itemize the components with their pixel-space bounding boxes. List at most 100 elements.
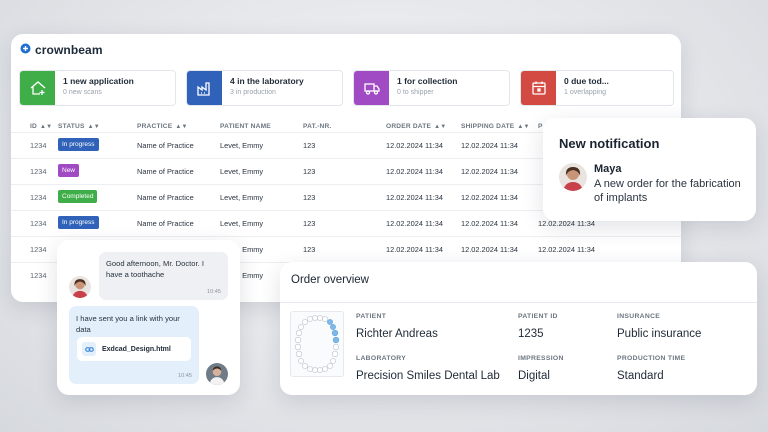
laboratory-value: Precision Smiles Dental Lab — [356, 370, 500, 382]
outgoing-message: I have sent you a link with your data Ex… — [69, 306, 199, 384]
cell-shipping-date: 12.02.2024 11:34 — [461, 245, 518, 254]
stat-subtitle: 0 to shipper — [397, 89, 434, 96]
truck-icon — [354, 71, 389, 105]
status-badge: New — [58, 164, 80, 177]
column-header-label: PATIENT NAME — [220, 123, 271, 130]
cell-id: 1234 — [30, 271, 47, 280]
cell-patient: Levet, Emmy — [220, 141, 264, 150]
cell-shipping-date: 12.02.2024 11:34 — [461, 193, 518, 202]
cell-patient: Levet, Emmy — [220, 193, 264, 202]
cell-extra-date: 12.02.2024 11:34 — [538, 245, 595, 254]
column-header-id[interactable]: ID ▲▼ — [30, 123, 52, 130]
stat-subtitle: 1 overlapping — [564, 89, 607, 96]
impression-value: Digital — [518, 370, 550, 382]
brand-logo[interactable]: crownbeam — [20, 41, 103, 59]
dental-arch-thumbnail[interactable] — [290, 311, 344, 377]
impression-label: IMPRESSION — [518, 355, 564, 362]
patient-id-label: PATIENT ID — [518, 313, 558, 320]
cell-id: 1234 — [30, 141, 47, 150]
status-badge: Completed — [58, 190, 98, 203]
file-name: Exdcad_Design.html — [102, 345, 171, 353]
divider — [280, 302, 757, 303]
cell-patient-number: 123 — [303, 219, 316, 228]
notification-card[interactable]: New notification Maya A new order for th… — [543, 118, 756, 221]
column-header-label: P — [538, 123, 543, 130]
column-header-shipping-date[interactable]: SHIPPING DATE ▲▼ — [461, 123, 530, 130]
insurance-value: Public insurance — [617, 328, 702, 340]
house-plus-icon — [20, 71, 55, 105]
stat-title: 4 in the laboratory — [230, 76, 304, 86]
cell-patient: Levet, Emmy — [220, 167, 264, 176]
sort-icon: ▲▼ — [40, 123, 53, 130]
avatar — [69, 276, 91, 298]
status-badge: In progress — [58, 216, 99, 229]
file-attachment[interactable]: Exdcad_Design.html — [77, 337, 191, 361]
cell-order-date: 12.02.2024 11:34 — [386, 167, 443, 176]
stat-new-application[interactable]: 1 new application 0 new scans — [19, 70, 176, 106]
incoming-message: Good afternoon, Mr. Doctor. I have a too… — [99, 252, 228, 300]
cell-shipping-date: 12.02.2024 11:34 — [461, 219, 518, 228]
factory-icon — [187, 71, 222, 105]
stat-for-collection[interactable]: 1 for collection 0 to shipper — [353, 70, 510, 106]
patient-value: Richter Andreas — [356, 328, 438, 340]
cell-order-date: 12.02.2024 11:34 — [386, 219, 443, 228]
brand-name: crownbeam — [35, 43, 103, 57]
patient-label: PATIENT — [356, 313, 387, 320]
sort-icon: ▲▼ — [434, 123, 447, 130]
column-header-label: PRACTICE — [137, 123, 173, 130]
cell-patient-number: 123 — [303, 141, 316, 150]
cell-id: 1234 — [30, 193, 47, 202]
cell-patient-number: 123 — [303, 245, 316, 254]
production-time-value: Standard — [617, 370, 664, 382]
message-time: 10:45 — [178, 373, 192, 379]
cell-practice: Name of Practice — [137, 219, 194, 228]
stat-title: 1 for collection — [397, 76, 458, 86]
cell-id: 1234 — [30, 167, 47, 176]
sort-icon: ▲▼ — [517, 123, 530, 130]
cell-shipping-date: 12.02.2024 11:34 — [461, 141, 518, 150]
calendar-icon — [521, 71, 556, 105]
stat-in-laboratory[interactable]: 4 in the laboratory 3 in production — [186, 70, 343, 106]
stat-title: 1 new application — [63, 76, 134, 86]
order-overview-title: Order overview — [291, 274, 369, 286]
stat-subtitle: 0 new scans — [63, 89, 102, 96]
cell-practice: Name of Practice — [137, 193, 194, 202]
message-text: Good afternoon, Mr. Doctor. I have a too… — [106, 259, 204, 279]
message-text: I have sent you a link with your data — [76, 314, 180, 334]
crownbeam-logo-icon — [20, 41, 31, 59]
cell-practice: Name of Practice — [137, 141, 194, 150]
cell-shipping-date: 12.02.2024 11:34 — [461, 167, 518, 176]
column-header-practice[interactable]: PRACTICE ▲▼ — [137, 123, 188, 130]
sort-icon: ▲▼ — [175, 123, 188, 130]
cell-patient-number: 123 — [303, 167, 316, 176]
column-header-label: PAT.-NR. — [303, 123, 332, 130]
avatar — [559, 163, 587, 191]
cell-practice: Name of Practice — [137, 167, 194, 176]
patient-id-value: 1235 — [518, 328, 544, 340]
column-header-status[interactable]: STATUS ▲▼ — [58, 123, 100, 130]
notification-title: New notification — [559, 136, 660, 151]
cell-patient-number: 123 — [303, 193, 316, 202]
teeth-chart-icon — [294, 315, 340, 373]
chat-panel: Good afternoon, Mr. Doctor. I have a too… — [57, 240, 240, 395]
column-header-extra[interactable]: P — [538, 123, 543, 130]
avatar — [206, 363, 228, 385]
column-header-patient-name[interactable]: PATIENT NAME — [220, 123, 271, 130]
message-time: 10:45 — [207, 289, 221, 295]
insurance-label: INSURANCE — [617, 313, 661, 320]
notification-sender: Maya — [594, 163, 622, 175]
cell-order-date: 12.02.2024 11:34 — [386, 141, 443, 150]
stat-due-today[interactable]: 0 due tod... 1 overlapping — [520, 70, 674, 106]
stat-subtitle: 3 in production — [230, 89, 276, 96]
cell-patient: Levet, Emmy — [220, 219, 264, 228]
laboratory-label: LABORATORY — [356, 355, 407, 362]
cell-order-date: 12.02.2024 11:34 — [386, 193, 443, 202]
link-icon — [82, 342, 96, 356]
cell-id: 1234 — [30, 245, 47, 254]
cell-id: 1234 — [30, 219, 47, 228]
column-header-patient-number[interactable]: PAT.-NR. — [303, 123, 331, 130]
stat-title: 0 due tod... — [564, 76, 609, 86]
sort-icon: ▲▼ — [87, 123, 100, 130]
column-header-order-date[interactable]: ORDER DATE ▲▼ — [386, 123, 446, 130]
notification-message: A new order for the fabrication of impla… — [594, 178, 741, 204]
